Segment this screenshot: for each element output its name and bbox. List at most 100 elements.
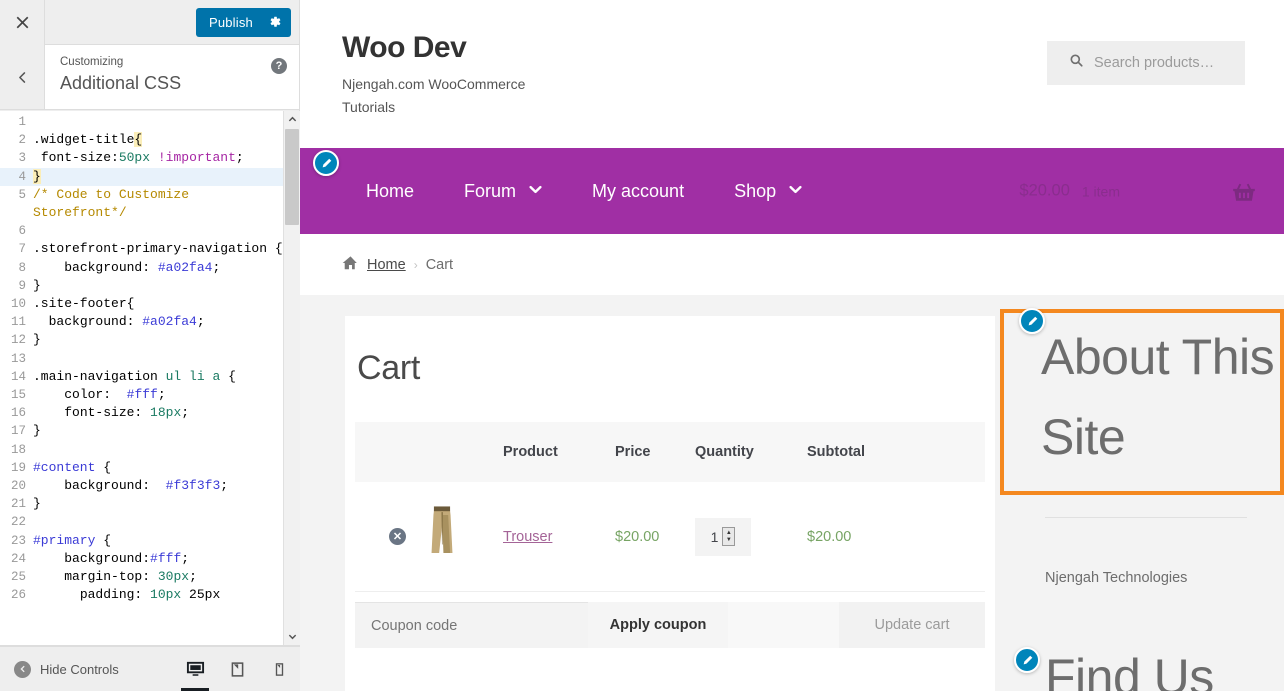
nav-item-forum[interactable]: Forum — [439, 182, 567, 200]
publish-button-group[interactable]: Publish — [195, 7, 291, 37]
code-line-text[interactable]: margin-top: 30px; — [33, 568, 300, 586]
back-chevron-icon[interactable] — [0, 45, 45, 109]
code-line-text[interactable]: } — [33, 277, 300, 295]
code-line[interactable]: 11 background: #a02fa4; — [0, 313, 300, 331]
code-line-text[interactable] — [33, 222, 300, 240]
code-line-text[interactable]: background: #f3f3f3; — [33, 477, 300, 495]
code-line-text[interactable] — [33, 113, 300, 131]
code-line[interactable]: 10 .site-footer{ — [0, 295, 300, 313]
code-line[interactable]: 13 — [0, 350, 300, 368]
scrollbar-thumb[interactable] — [285, 129, 299, 225]
edit-pencil-about-widget-icon[interactable] — [1019, 308, 1045, 334]
preview-desktop-icon[interactable] — [174, 647, 216, 691]
code-line[interactable]: 1 — [0, 113, 300, 131]
code-line[interactable]: 18 — [0, 441, 300, 459]
css-code-editor[interactable]: 1 2 .widget-title{3 font-size:50px !impor… — [0, 111, 300, 646]
code-line[interactable]: 21} — [0, 495, 300, 513]
code-line-text[interactable]: background: #a02fa4; — [33, 259, 300, 277]
code-line-text[interactable]: .site-footer{ — [33, 295, 300, 313]
scroll-up-icon[interactable] — [284, 111, 300, 128]
code-line-text[interactable]: .widget-title{ — [33, 131, 300, 149]
code-line[interactable]: 16 font-size: 18px; — [0, 404, 300, 422]
nav-item-shop[interactable]: Shop — [709, 182, 827, 200]
quantity-decrease-icon[interactable]: ▼ — [726, 537, 732, 544]
code-line[interactable]: 6 — [0, 222, 300, 240]
code-line[interactable]: 24 background:#fff; — [0, 550, 300, 568]
code-line[interactable]: 26 padding: 10px 25px — [0, 586, 300, 604]
edit-pencil-nav-icon[interactable] — [313, 150, 339, 176]
line-number: 17 — [10, 424, 26, 439]
code-line[interactable]: 15 color: #fff; — [0, 386, 300, 404]
code-line[interactable]: 8 background: #a02fa4; — [0, 259, 300, 277]
hide-controls-button[interactable]: Hide Controls — [0, 660, 119, 678]
about-site-widget: About This Site — [1000, 309, 1284, 495]
code-line-text[interactable]: /* Code to Customize Storefront*/ — [33, 186, 300, 222]
code-line-text[interactable]: font-size:50px !important; — [33, 149, 300, 167]
preview-tablet-icon[interactable] — [216, 647, 258, 691]
code-line-text[interactable]: background:#fff; — [33, 550, 300, 568]
product-search-box[interactable]: Search products… — [1047, 41, 1245, 85]
code-line-text[interactable]: #primary { — [33, 532, 300, 550]
code-line[interactable]: 3 font-size:50px !important; — [0, 149, 300, 167]
quantity-stepper[interactable]: 1 ▲ ▼ — [695, 517, 751, 556]
code-line[interactable]: 23 #primary { — [0, 532, 300, 550]
update-cart-button[interactable]: Update cart — [839, 602, 985, 648]
apply-coupon-button[interactable]: Apply coupon — [588, 602, 728, 648]
code-line-text[interactable]: font-size: 18px; — [33, 404, 300, 422]
code-line-text[interactable]: .storefront-primary-navigation { — [33, 240, 300, 258]
quantity-spinner-icon[interactable]: ▲ ▼ — [722, 527, 736, 546]
code-line-text[interactable]: } — [33, 422, 300, 440]
nav-item-my-account[interactable]: My account — [567, 182, 709, 200]
code-line[interactable]: 25 margin-top: 30px; — [0, 568, 300, 586]
quantity-increase-icon[interactable]: ▲ — [726, 530, 732, 537]
code-line-text[interactable] — [33, 513, 300, 531]
code-line[interactable]: 5 /* Code to Customize Storefront*/ — [0, 186, 300, 222]
code-line[interactable]: 12} — [0, 331, 300, 349]
breadcrumb-home-link[interactable]: Home — [367, 257, 406, 273]
close-customizer-icon[interactable] — [0, 0, 45, 45]
code-line-text[interactable]: #content { — [33, 459, 300, 477]
code-line[interactable]: 19 #content { — [0, 459, 300, 477]
code-line[interactable]: 2 .widget-title{ — [0, 131, 300, 149]
code-line-text[interactable] — [33, 441, 300, 459]
nav-item-home[interactable]: Home — [344, 182, 439, 200]
code-line-text[interactable]: padding: 10px 25px — [33, 586, 300, 604]
code-line[interactable]: 17} — [0, 422, 300, 440]
chevron-down-icon[interactable] — [529, 185, 542, 197]
device-preview-switcher — [174, 647, 300, 691]
cart-contents-link[interactable]: $20.00 1 item — [1019, 182, 1255, 201]
home-icon — [342, 255, 359, 275]
product-link[interactable]: Trouser — [503, 529, 552, 545]
trouser-thumbnail-icon[interactable] — [423, 506, 461, 568]
code-line[interactable]: 20 background: #f3f3f3; — [0, 477, 300, 495]
gear-icon[interactable] — [266, 8, 291, 37]
code-line-text[interactable] — [33, 350, 300, 368]
code-line-text[interactable]: background: #a02fa4; — [33, 313, 300, 331]
scroll-down-icon[interactable] — [284, 628, 300, 645]
line-number: 16 — [10, 406, 26, 421]
coupon-code-input[interactable] — [355, 602, 588, 648]
help-icon[interactable]: ? — [271, 58, 287, 74]
quantity-value[interactable]: 1 — [711, 529, 719, 545]
customizer-titles: Customizing Additional CSS — [45, 45, 299, 109]
code-line-text[interactable]: } — [33, 331, 300, 349]
code-line-text[interactable]: } — [33, 495, 300, 513]
code-line[interactable]: 22 — [0, 513, 300, 531]
editor-scrollbar[interactable] — [283, 111, 300, 645]
cell-price: $20.00 — [615, 482, 695, 592]
edit-pencil-findus-widget-icon[interactable] — [1014, 647, 1040, 673]
code-line-text[interactable]: } — [33, 168, 300, 186]
chevron-down-icon[interactable] — [789, 185, 802, 197]
remove-item-icon[interactable]: ✕ — [389, 528, 406, 545]
code-line[interactable]: 9} — [0, 277, 300, 295]
line-number: 11 — [10, 315, 26, 330]
preview-mobile-icon[interactable] — [258, 647, 300, 691]
code-line[interactable]: 4} — [0, 167, 300, 186]
code-line[interactable]: 14 .main-navigation ul li a { — [0, 368, 300, 386]
search-input-placeholder[interactable]: Search products… — [1094, 55, 1214, 71]
code-line-text[interactable]: color: #fff; — [33, 386, 300, 404]
code-line-text[interactable]: .main-navigation ul li a { — [33, 368, 300, 386]
col-quantity: Quantity — [695, 422, 807, 482]
code-line[interactable]: 7 .storefront-primary-navigation { — [0, 240, 300, 258]
publish-button[interactable]: Publish — [196, 8, 266, 37]
